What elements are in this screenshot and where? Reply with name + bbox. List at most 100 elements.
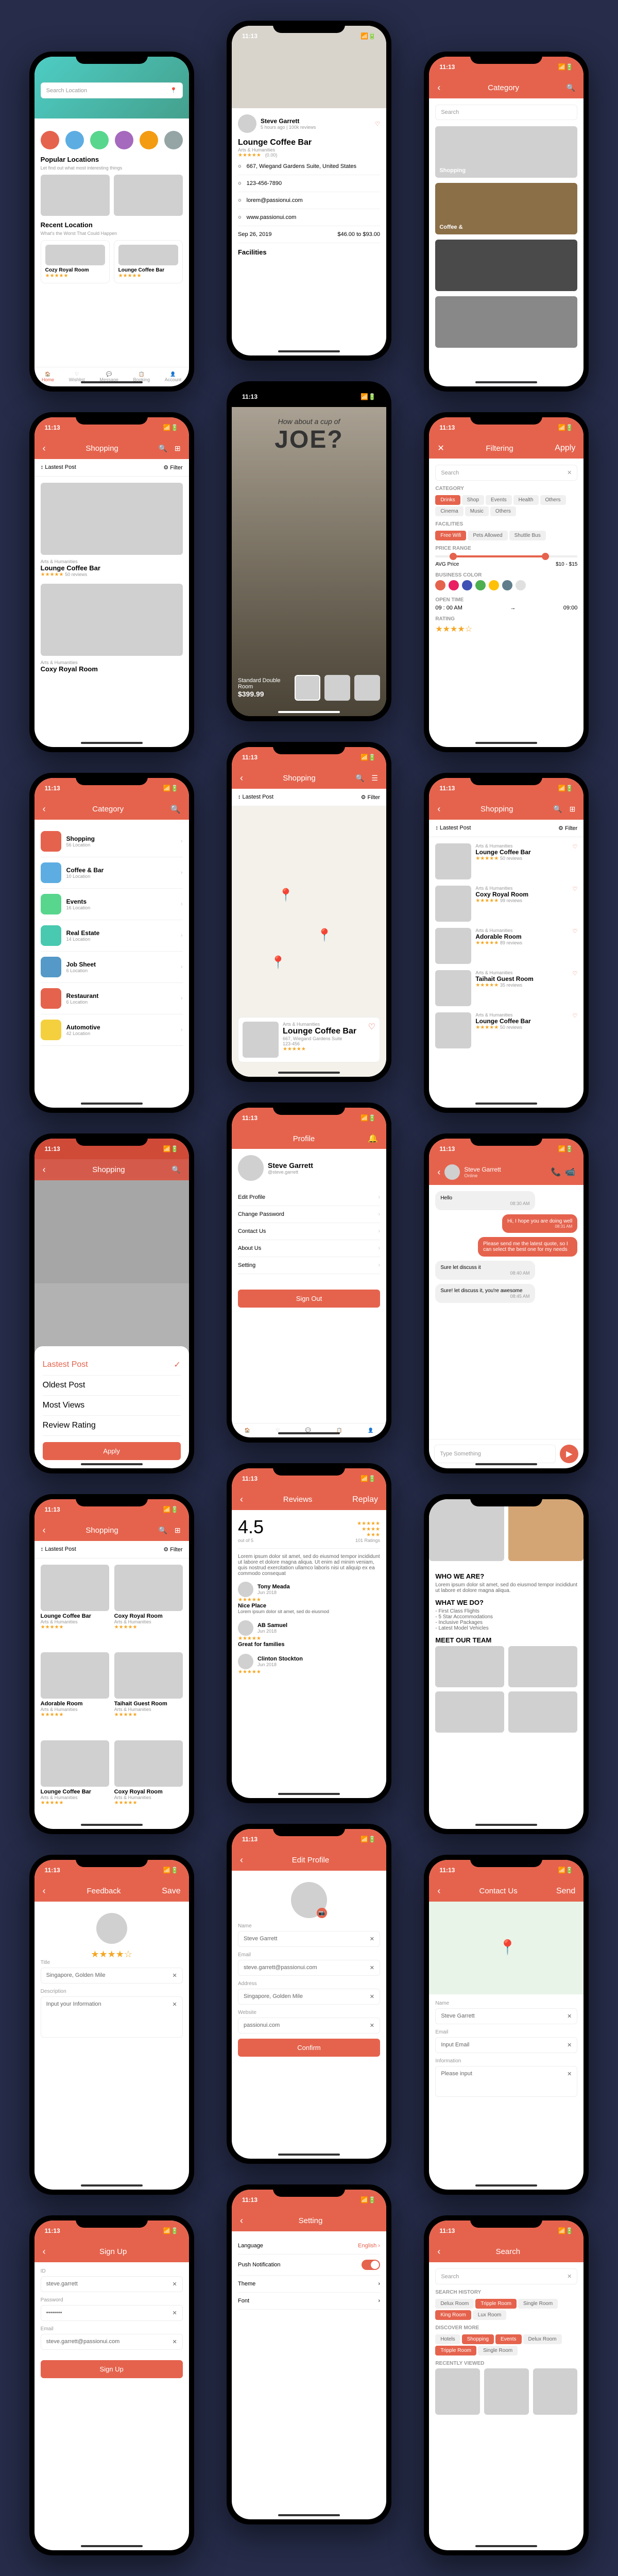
cat-event[interactable]: [90, 131, 109, 149]
profile-item[interactable]: Edit Profile›: [238, 1189, 380, 1206]
screen-home: 11:13📶🔋 Search Location📍 Popular Locatio…: [35, 57, 189, 386]
signout-button[interactable]: Sign Out: [238, 1290, 380, 1308]
search-icon[interactable]: 🔍: [170, 804, 181, 815]
list-icon[interactable]: ☰: [371, 774, 378, 783]
map-pin-icon[interactable]: 📍: [270, 955, 286, 970]
filter-button[interactable]: ⚙ Filter: [163, 464, 182, 471]
replay-button[interactable]: Replay: [352, 1495, 378, 1504]
cat-more[interactable]: [164, 131, 183, 149]
tab-home[interactable]: 🏠Home: [42, 371, 54, 382]
toggle-switch: [362, 2260, 380, 2270]
back-icon[interactable]: ‹: [437, 804, 440, 815]
list-item[interactable]: Arts & HumanitiesLounge Coffee Bar★★★★★ …: [435, 1012, 577, 1048]
sort-button[interactable]: ↕ Lastest Post: [41, 464, 76, 471]
map-card[interactable]: Arts & HumanitiesLounge Coffee Bar667, W…: [238, 1017, 380, 1062]
setting-language[interactable]: LanguageEnglish ›: [238, 2238, 380, 2255]
contact-map[interactable]: 📍: [429, 1902, 583, 1994]
category-row[interactable]: Events16 Location›: [41, 889, 183, 920]
category-row[interactable]: Coffee & Bar10 Location›: [41, 857, 183, 889]
message-input[interactable]: Type Something: [434, 1445, 556, 1463]
profile-item[interactable]: Contact Us›: [238, 1223, 380, 1240]
desc-input[interactable]: Input your Information✕: [41, 1996, 183, 2038]
slider-max[interactable]: [542, 553, 549, 560]
list-item[interactable]: Arts & HumanitiesCoxy Royal Room★★★★★ 99…: [435, 886, 577, 922]
map-view[interactable]: 📍 📍 📍 Arts & HumanitiesLounge Coffee Bar…: [232, 806, 386, 1077]
map-pin-icon[interactable]: 📍: [317, 928, 332, 943]
cat-estate[interactable]: [115, 131, 133, 149]
grid-item[interactable]: Coxy Royal RoomArts & Humanities★★★★★: [114, 1565, 183, 1647]
sort-option[interactable]: Most Views: [43, 1396, 181, 1416]
map-pin-icon[interactable]: 📍: [278, 888, 294, 903]
camera-icon: 📷: [317, 1908, 327, 1918]
review-item: AB SamuelJun 2018★★★★★Great for families: [238, 1620, 380, 1648]
tab-message[interactable]: 💬Message: [99, 371, 118, 382]
back-icon[interactable]: ‹: [240, 773, 243, 784]
category-row[interactable]: Real Estate14 Location›: [41, 920, 183, 952]
grid-item[interactable]: Lounge Coffee BarArts & Humanities★★★★★: [41, 1740, 109, 1823]
screen-profile: 11:13📶🔋 Profile🔔 Steve Garrett@steve.gar…: [232, 1108, 386, 1437]
search-icon[interactable]: 🔍: [566, 83, 575, 92]
setting-font[interactable]: Font›: [238, 2293, 380, 2310]
cat-shopping[interactable]: [41, 131, 59, 149]
title-input[interactable]: Singapore, Golden Mile✕: [41, 1968, 183, 1984]
back-icon[interactable]: ‹: [437, 82, 440, 93]
list-item[interactable]: Arts & HumanitiesTaihait Guest Room★★★★★…: [435, 970, 577, 1006]
tab-booking[interactable]: 📋Booking: [133, 371, 150, 382]
heart-icon[interactable]: ♡: [375, 121, 380, 127]
list-item[interactable]: Arts & HumanitiesAdorable Room★★★★★ 89 r…: [435, 928, 577, 964]
grid-item[interactable]: Taihait Guest RoomArts & Humanities★★★★★: [114, 1652, 183, 1735]
confirm-button[interactable]: Confirm: [238, 2039, 380, 2057]
signup-button[interactable]: Sign Up: [41, 2360, 183, 2378]
bell-icon[interactable]: 🔔: [368, 1133, 378, 1144]
slider-min[interactable]: [450, 553, 457, 560]
close-icon[interactable]: ✕: [437, 443, 444, 453]
tab-wishlist[interactable]: ♡Wishlist: [69, 371, 85, 382]
cat-job[interactable]: [140, 131, 158, 149]
search-input[interactable]: Search Location📍: [41, 82, 183, 98]
category-row[interactable]: Automotive42 Location›: [41, 1014, 183, 1046]
video-icon[interactable]: 📹: [565, 1167, 575, 1177]
map-icon[interactable]: ⊞: [175, 444, 181, 453]
popular-title: Popular Locations: [41, 156, 183, 163]
save-button[interactable]: Save: [162, 1887, 180, 1896]
screen-contact: 11:13📶🔋 ‹Contact UsSend 📍 Name Steve Gar…: [429, 1860, 583, 2190]
search-icon[interactable]: 🔍: [355, 774, 364, 783]
review-item: Tony MeadaJun 2018★★★★★Nice PlaceLorem i…: [238, 1582, 380, 1614]
grid-item[interactable]: Coxy Royal RoomArts & Humanities★★★★★: [114, 1740, 183, 1823]
cat-coffee[interactable]: [65, 131, 84, 149]
back-icon[interactable]: ‹: [43, 804, 46, 815]
setting-push[interactable]: Push Notification: [238, 2255, 380, 2276]
grid-item[interactable]: Lounge Coffee BarArts & Humanities★★★★★: [41, 1565, 109, 1647]
search-input[interactable]: Search: [435, 105, 577, 120]
screen-chat: 11:13📶🔋 ‹Steve GarrettOnline📞📹 Hello08:3…: [429, 1139, 583, 1468]
sort-option[interactable]: Review Rating: [43, 1416, 181, 1436]
tab-account[interactable]: 👤Account: [165, 371, 182, 382]
heart-icon[interactable]: ♡: [368, 1022, 375, 1058]
phone-icon: ○: [238, 180, 242, 187]
list-item[interactable]: Arts & HumanitiesLounge Coffee Bar★★★★★ …: [435, 843, 577, 879]
back-icon[interactable]: ‹: [43, 443, 46, 454]
profile-item[interactable]: Change Password›: [238, 1206, 380, 1223]
profile-item[interactable]: About Us›: [238, 1240, 380, 1257]
category-row[interactable]: Restaurant6 Location›: [41, 983, 183, 1014]
tab-bar: 🏠Home ♡Wishlist 💬Message 📋Booking 👤Accou…: [35, 367, 189, 386]
category-card[interactable]: Shopping: [435, 126, 577, 178]
screen-category-grid: 11:13📶🔋 ‹Category🔍 Search Shopping Coffe…: [429, 57, 583, 386]
grid-item[interactable]: Adorable RoomArts & Humanities★★★★★: [41, 1652, 109, 1735]
send-button[interactable]: ▶: [560, 1445, 578, 1463]
search-icon[interactable]: 🔍: [158, 444, 167, 453]
category-row[interactable]: Job Sheet6 Location›: [41, 952, 183, 983]
profile-item[interactable]: Setting›: [238, 1257, 380, 1274]
send-button[interactable]: Send: [556, 1887, 575, 1896]
screen-detail: 11:13📶🔋 Steve Garrett5 hours ago | 100k …: [232, 26, 386, 355]
search-input[interactable]: Search✕: [435, 2268, 577, 2284]
phone-icon[interactable]: 📞: [551, 1167, 561, 1177]
category-row[interactable]: Shopping56 Location›: [41, 826, 183, 857]
apply-button[interactable]: Apply: [43, 1442, 181, 1460]
listing-title: Lounge Coffee Bar: [238, 138, 380, 147]
sort-option[interactable]: Lastest Post✓: [43, 1354, 181, 1376]
screen-signup: 11:13📶🔋 ‹Sign Up ID steve.garrett✕ Passw…: [35, 2221, 189, 2550]
sort-option[interactable]: Oldest Post: [43, 1376, 181, 1396]
apply-button[interactable]: Apply: [555, 444, 575, 453]
setting-theme[interactable]: Theme›: [238, 2276, 380, 2293]
